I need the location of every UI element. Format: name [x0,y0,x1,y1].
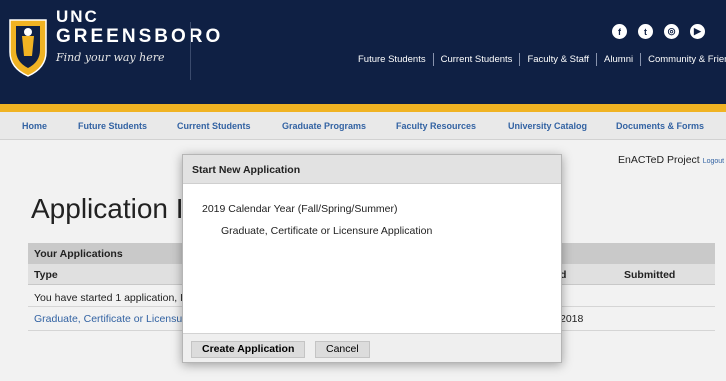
header-gold-bar [0,104,726,112]
create-application-button[interactable]: Create Application [191,341,306,358]
subnav-home[interactable]: Home [22,121,47,131]
application-type-option[interactable]: Graduate, Certificate or Licensure Appli… [221,225,432,237]
cancel-button[interactable]: Cancel [315,341,370,358]
uncg-shield-logo-icon[interactable] [8,16,48,78]
start-new-application-dialog: Start New Application 2019 Calendar Year… [182,154,562,363]
subnav-graduate-programs[interactable]: Graduate Programs [282,121,366,131]
nav-separator [640,53,642,66]
dialog-footer: Create Application Cancel [183,333,561,362]
subnav-future-students[interactable]: Future Students [78,121,147,131]
secondary-nav: Home Future Students Current Students Gr… [0,112,726,140]
applications-status-text: You have started 1 application, I [34,292,184,304]
application-link[interactable]: Graduate, Certificate or Licensu [34,313,182,325]
logout-link[interactable]: Logout [703,158,724,165]
audience-nav: Future Students Current Students Faculty… [358,53,726,66]
audience-link-alumni[interactable]: Alumni [604,54,633,65]
applications-section-title: Your Applications [34,248,123,260]
column-header-submitted: Submitted [624,269,676,281]
audience-link-community-friends[interactable]: Community & Friends [648,54,726,65]
calendar-year-heading: 2019 Calendar Year (Fall/Spring/Summer) [202,203,398,215]
project-name: EnACTeD Project [618,154,700,166]
dialog-title: Start New Application [192,164,301,176]
audience-link-current-students[interactable]: Current Students [441,54,513,65]
twitter-icon[interactable]: t [638,24,653,39]
subnav-faculty-resources[interactable]: Faculty Resources [396,121,476,131]
logo-divider [190,22,191,80]
logo-tagline: Find your way here [56,51,165,64]
site-header: UNC GREENSBORO Find your way here f t ◎ … [0,0,726,108]
column-header-type: Type [34,269,58,281]
uncg-wordmark[interactable]: UNC GREENSBORO Find your way here [56,7,224,65]
subnav-documents-forms[interactable]: Documents & Forms [616,121,704,131]
application-date: 2018 [560,313,584,325]
logo-greensboro-text: GREENSBORO [56,26,224,47]
social-links: f t ◎ ▶ [612,24,705,39]
subnav-university-catalog[interactable]: University Catalog [508,121,587,131]
subnav-current-students[interactable]: Current Students [177,121,251,131]
dialog-header: Start New Application [183,155,561,184]
audience-link-future-students[interactable]: Future Students [358,54,426,65]
audience-link-faculty-staff[interactable]: Faculty & Staff [527,54,589,65]
page-title: Application I [31,193,184,224]
logo-unc-text: UNC [56,7,99,26]
facebook-icon[interactable]: f [612,24,627,39]
youtube-icon[interactable]: ▶ [690,24,705,39]
nav-separator [519,53,521,66]
nav-separator [432,53,434,66]
nav-separator [596,53,598,66]
project-label: EnACTeD Project Logout [618,154,724,166]
instagram-icon[interactable]: ◎ [664,24,679,39]
